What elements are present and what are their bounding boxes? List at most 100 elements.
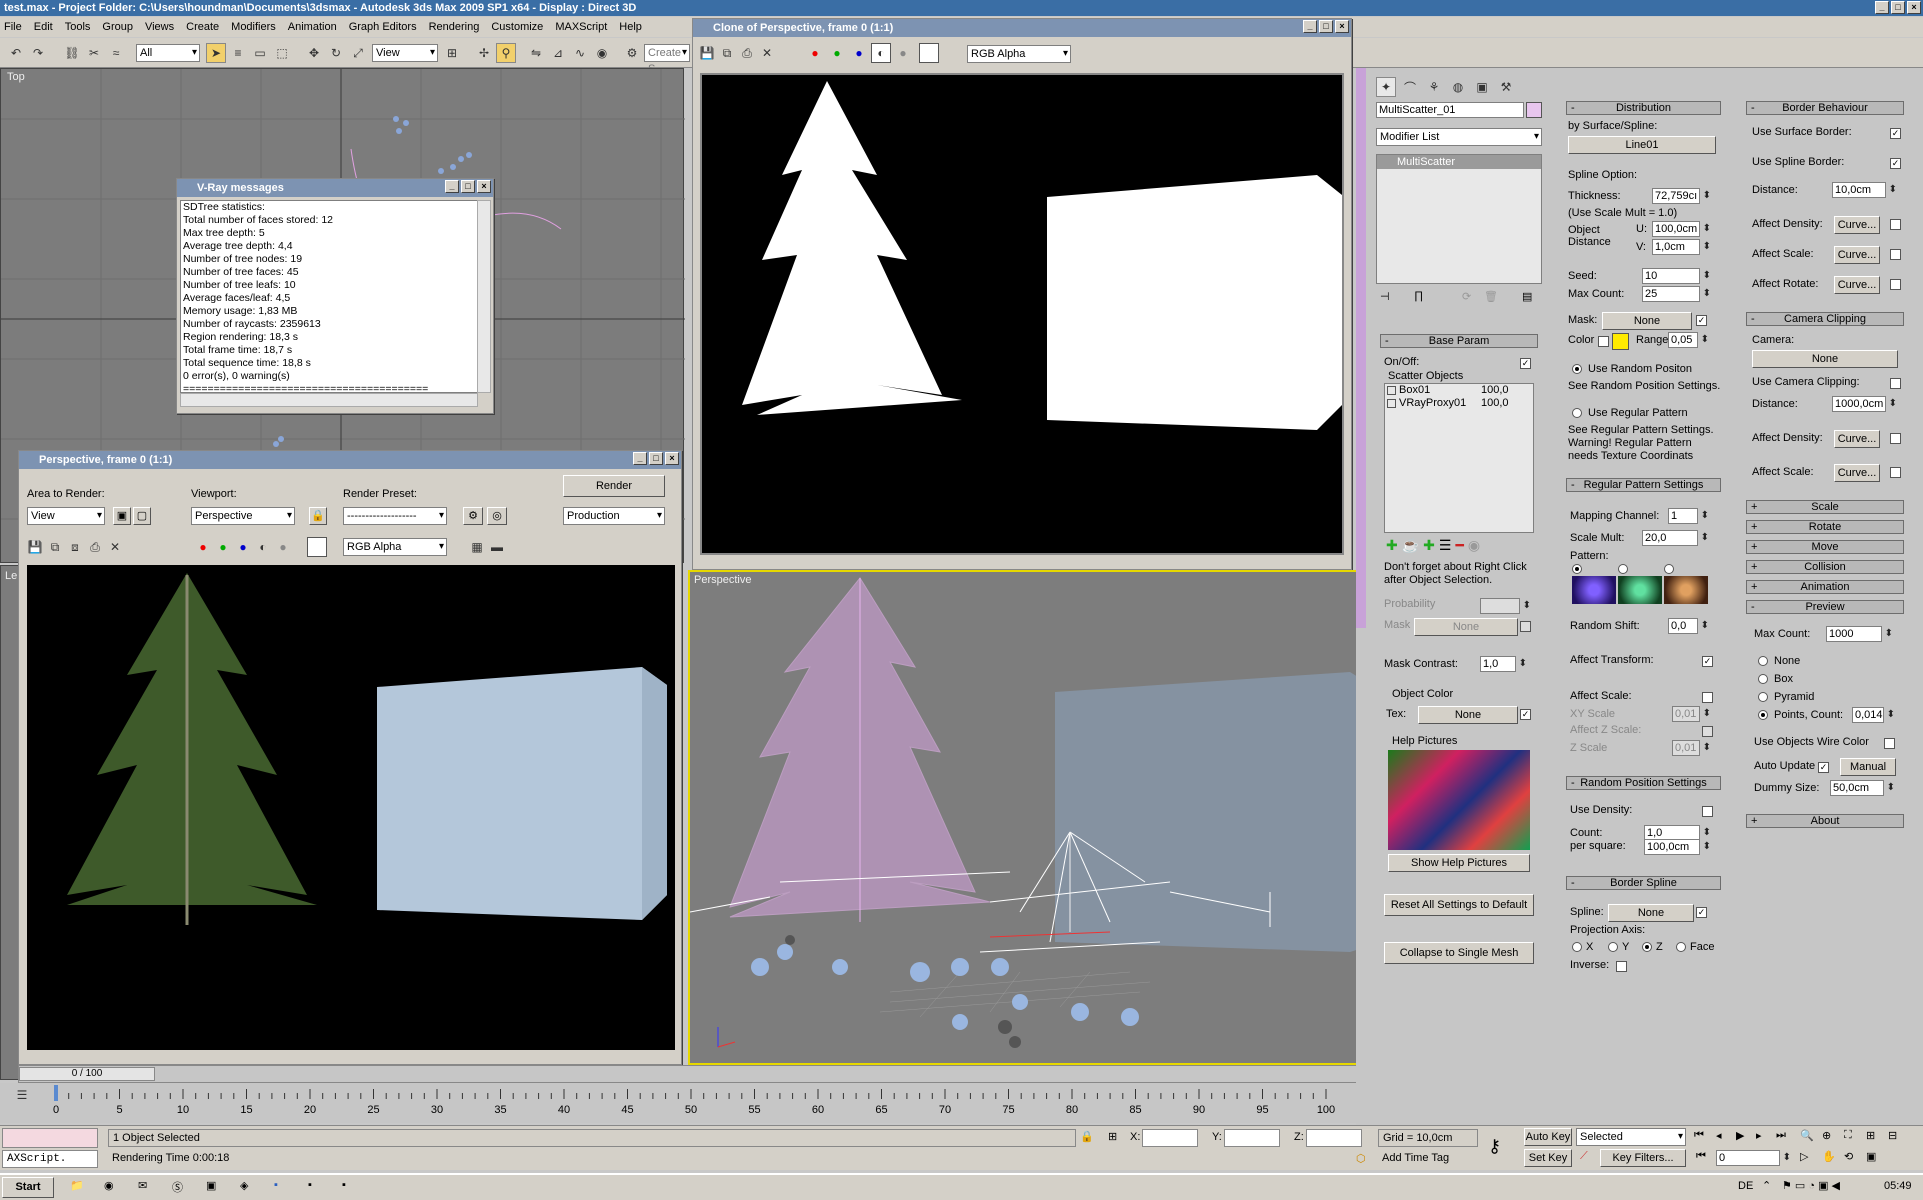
about-rollout[interactable]: + About [1746,814,1904,828]
select-by-name-icon[interactable]: ≡ [228,43,248,63]
zoom-extents-icon[interactable]: ⛶ [1844,1129,1852,1142]
tray-up-icon[interactable]: ⌃ [1762,1179,1771,1192]
tex-checkbox[interactable]: ✓ [1520,709,1531,720]
cam-scale-curve-button[interactable]: Curve... [1834,464,1880,482]
skype-icon[interactable]: Ⓢ [172,1179,183,1195]
modify-tab-icon[interactable]: ⌒ [1400,77,1420,97]
density-curve-button[interactable]: Curve... [1834,216,1880,234]
spline-checkbox[interactable]: ✓ [1696,907,1707,918]
blue-channel-icon[interactable]: ● [233,537,253,557]
modifier-stack[interactable]: MultiScatter [1376,154,1542,284]
preset-dropdown[interactable]: ------------------- [343,507,447,525]
dummy-size-spinner[interactable]: 50,0cm [1830,780,1895,796]
menu-item-views[interactable]: Views [145,21,174,33]
v-spinner[interactable]: 1,0cm [1652,239,1711,255]
snap-toggle-icon[interactable]: ⚲ [496,43,516,63]
minimize-button[interactable]: _ [445,180,459,193]
scale-rollout[interactable]: + Scale [1746,500,1904,514]
clone-icon[interactable]: ⧈ [65,537,85,557]
scale-icon[interactable]: ⤢ [348,43,368,63]
close-button[interactable]: × [1335,20,1349,33]
distribution-rollout[interactable]: - Distribution [1566,101,1721,115]
environment-icon[interactable]: ◎ [487,507,507,525]
z-scale-spinner[interactable]: 0,01 [1672,740,1711,756]
points-count-spinner[interactable]: 0,014 [1852,707,1895,723]
play-icon[interactable]: ▶ [1736,1129,1744,1142]
maximize-button[interactable]: □ [1891,1,1905,14]
color-swatch[interactable] [1612,333,1629,350]
maxscript-mini-listener-pink[interactable] [2,1128,98,1148]
undo-icon[interactable]: ↶ [6,43,26,63]
render-setup-icon[interactable]: ⚙ [463,507,483,525]
use-surface-border-checkbox[interactable]: ✓ [1890,128,1901,139]
current-frame-field[interactable]: 0 [1716,1150,1791,1166]
goto-start-icon[interactable]: ⏮ [1694,1129,1704,1142]
named-selection-dropdown[interactable]: Create S [644,44,690,75]
key-filters-button[interactable]: Key Filters... [1600,1149,1686,1167]
rotate-curve-button[interactable]: Curve... [1834,276,1880,294]
curve-editor-icon[interactable]: ∿ [570,43,590,63]
max-count-spinner[interactable]: 25 [1642,286,1711,302]
border-spline-rollout[interactable]: - Border Spline [1566,876,1721,890]
stack-item[interactable]: MultiScatter [1377,155,1541,169]
preview-points-radio[interactable] [1758,710,1768,720]
item-checkbox[interactable] [1387,386,1396,395]
channel-dropdown[interactable]: RGB Alpha [967,45,1071,63]
rotate-icon[interactable]: ↻ [326,43,346,63]
show-help-button[interactable]: Show Help Pictures [1388,854,1530,872]
select-manipulate-icon[interactable]: ✢ [474,43,494,63]
print-icon[interactable]: ⎙ [737,43,757,63]
display-tab-icon[interactable]: ▣ [1472,77,1492,97]
menu-item-modifiers[interactable]: Modifiers [231,21,276,33]
bind-spacewarp-icon[interactable]: ≈ [106,43,126,63]
add-list-icon[interactable]: ✚ [1423,537,1435,554]
cam-density-curve-button[interactable]: Curve... [1834,430,1880,448]
menu-item-tools[interactable]: Tools [65,21,91,33]
viewport-label[interactable]: Le [5,570,17,582]
clear-icon[interactable]: ✕ [105,537,125,557]
zoom-all-icon[interactable]: ⊕ [1822,1129,1831,1142]
probability-spinner[interactable] [1480,598,1531,614]
time-tag-icon[interactable]: ⬡ [1356,1152,1366,1165]
unlink-icon[interactable]: ✂ [84,43,104,63]
display-icon[interactable]: ▬ [487,537,507,557]
use-random-radio[interactable] [1572,364,1582,374]
mono-icon[interactable]: ● [273,537,293,557]
orbit-icon[interactable]: ⟲ [1844,1150,1853,1163]
cam-affect-density-checkbox[interactable] [1890,433,1901,444]
animation-rollout[interactable]: + Animation [1746,580,1904,594]
axis-x-radio[interactable] [1572,942,1582,952]
object-name-field[interactable]: MultiScatter_01 [1376,102,1535,118]
mask-checkbox[interactable] [1520,621,1531,632]
list-item[interactable]: Box01 100,0 [1385,384,1533,397]
redo-icon[interactable]: ↷ [28,43,48,63]
help-pictures-image[interactable] [1388,750,1530,850]
maximize-button[interactable]: □ [1319,20,1333,33]
goto-end-icon[interactable]: ⏭ [1776,1129,1786,1142]
copy-icon[interactable]: ⧉ [45,537,65,557]
h-scrollbar[interactable] [180,393,478,407]
mask-button[interactable]: None [1602,312,1692,330]
axis-y-radio[interactable] [1608,942,1618,952]
set-key-button[interactable]: Set Key [1524,1149,1572,1167]
alpha-channel-icon[interactable]: ◐ [871,43,891,63]
red-channel-icon[interactable]: ● [193,537,213,557]
mapping-spinner[interactable]: 1 [1668,508,1709,524]
menu-item-animation[interactable]: Animation [288,21,337,33]
cam-distance-spinner[interactable]: 1000,0cm [1832,396,1897,412]
minimize-button[interactable]: _ [1303,20,1317,33]
green-channel-icon[interactable]: ● [213,537,233,557]
use-regular-radio[interactable] [1572,408,1582,418]
tex-button[interactable]: None [1418,706,1518,724]
preview-none-radio[interactable] [1758,656,1768,666]
move-rollout[interactable]: + Move [1746,540,1904,554]
channel-dropdown[interactable]: RGB Alpha [343,538,447,556]
create-tab-icon[interactable]: ✦ [1376,77,1396,97]
remove-icon[interactable]: ━ [1455,537,1463,554]
eye-icon[interactable]: ◉ [1468,537,1480,554]
photoshop-icon[interactable]: ▪ [274,1179,278,1191]
save-icon[interactable]: 💾 [25,537,45,557]
camera-clipping-rollout[interactable]: - Camera Clipping [1746,312,1904,326]
camera-button[interactable]: None [1752,350,1898,368]
folder-icon[interactable]: 📁 [70,1179,84,1192]
